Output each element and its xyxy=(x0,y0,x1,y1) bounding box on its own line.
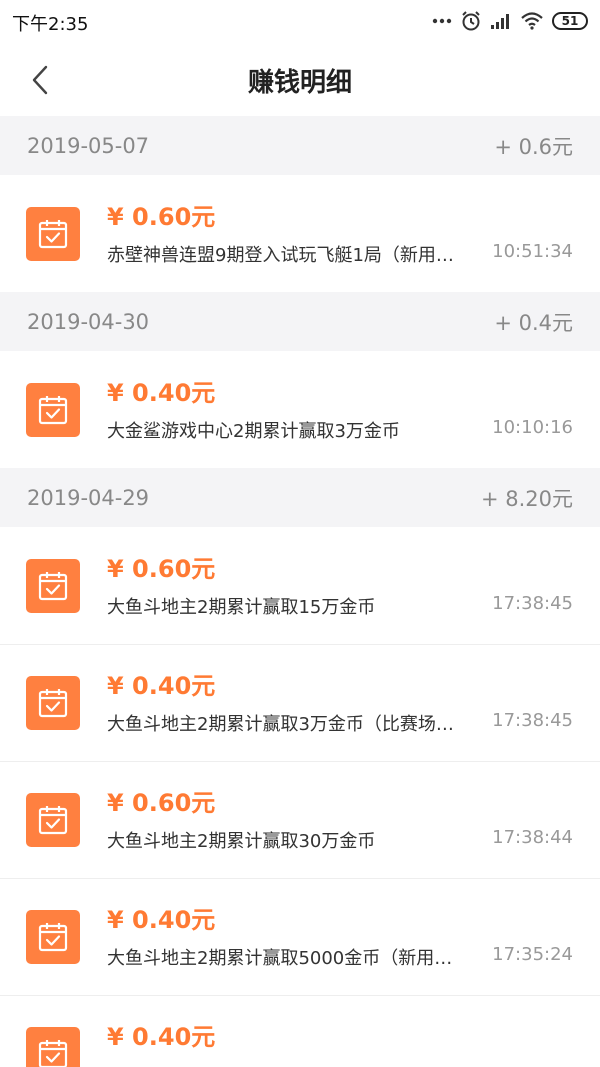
earning-item[interactable]: ¥ 0.60元大鱼斗地主2期累计赢取30万金币 17:38:44 xyxy=(0,761,600,878)
group-date: 2019-04-30 xyxy=(27,309,150,334)
signal-icon xyxy=(490,12,512,30)
calendar-check-icon xyxy=(26,910,80,964)
earning-item[interactable]: ¥ 0.60元赤壁神兽连盟9期登入试玩飞艇1局（新用… 10:51:34 xyxy=(0,175,600,292)
earning-item[interactable]: ¥ 0.60元大鱼斗地主2期累计赢取15万金币 17:38:45 xyxy=(0,527,600,644)
calendar-check-icon xyxy=(26,676,80,730)
status-time: 下午2:35 xyxy=(12,14,89,35)
earning-item[interactable]: ¥ 0.40元 xyxy=(0,995,600,1067)
item-amount: ¥ 0.40元 xyxy=(107,379,216,407)
item-time: 10:51:34 xyxy=(492,241,573,262)
alarm-icon xyxy=(460,10,482,32)
item-description: 大金鲨游戏中心2期累计赢取3万金币 xyxy=(107,421,400,442)
group-header: 2019-04-29 + 8.20元 xyxy=(0,468,600,527)
item-time: 17:35:24 xyxy=(492,944,573,965)
calendar-check-icon xyxy=(26,793,80,847)
item-amount: ¥ 0.60元 xyxy=(107,555,216,583)
item-amount: ¥ 0.60元 xyxy=(107,203,216,231)
item-time: 17:38:45 xyxy=(492,710,573,731)
earnings-list: 2019-05-07 + 0.6元 ¥ 0.60元 赤壁神兽连盟9期登入试玩飞艇1局（… xyxy=(0,116,600,1067)
nav-bar: 赚钱明细 xyxy=(0,44,600,116)
item-description: 大鱼斗地主2期累计赢取3万金币（比赛场… xyxy=(107,714,454,735)
item-description: 大鱼斗地主2期累计赢取5000金币（新用… xyxy=(107,948,453,969)
item-description: 大鱼斗地主2期累计赢取30万金币 xyxy=(107,831,376,852)
item-time: 10:10:16 xyxy=(492,417,573,438)
group-date: 2019-05-07 xyxy=(27,133,150,158)
wifi-icon xyxy=(520,12,544,30)
group-header: 2019-04-30 + 0.4元 xyxy=(0,292,600,351)
group-total: + 0.4元 xyxy=(494,310,573,335)
earning-item[interactable]: ¥ 0.40元大金鲨游戏中心2期累计赢取3万金币 10:10:16 xyxy=(0,351,600,468)
calendar-check-icon xyxy=(26,559,80,613)
item-description: 赤壁神兽连盟9期登入试玩飞艇1局（新用… xyxy=(107,245,454,266)
group-total: + 0.6元 xyxy=(494,134,573,159)
item-amount: ¥ 0.40元 xyxy=(107,1023,216,1051)
battery-icon: 51 xyxy=(552,12,588,30)
calendar-check-icon xyxy=(26,383,80,437)
group-total: + 8.20元 xyxy=(480,486,573,511)
item-time: 17:38:45 xyxy=(492,593,573,614)
group-header: 2019-05-07 + 0.6元 xyxy=(0,116,600,175)
dots-icon xyxy=(432,18,452,24)
group-date: 2019-04-29 xyxy=(27,485,150,510)
status-bar: 下午2:35 51 xyxy=(0,0,600,44)
item-amount: ¥ 0.40元 xyxy=(107,906,216,934)
status-icons: 51 xyxy=(432,9,588,33)
item-amount: ¥ 0.60元 xyxy=(107,789,216,817)
item-amount: ¥ 0.40元 xyxy=(107,672,216,700)
earning-item[interactable]: ¥ 0.40元大鱼斗地主2期累计赢取5000金币（新用… 17:35:24 xyxy=(0,878,600,995)
item-time: 17:38:44 xyxy=(492,827,573,848)
earning-item[interactable]: ¥ 0.40元大鱼斗地主2期累计赢取3万金币（比赛场… 17:38:45 xyxy=(0,644,600,761)
page-title: 赚钱明细 xyxy=(247,68,352,98)
item-description: 大鱼斗地主2期累计赢取15万金币 xyxy=(107,597,376,618)
calendar-check-icon xyxy=(26,1027,80,1067)
calendar-check-icon xyxy=(26,207,80,261)
